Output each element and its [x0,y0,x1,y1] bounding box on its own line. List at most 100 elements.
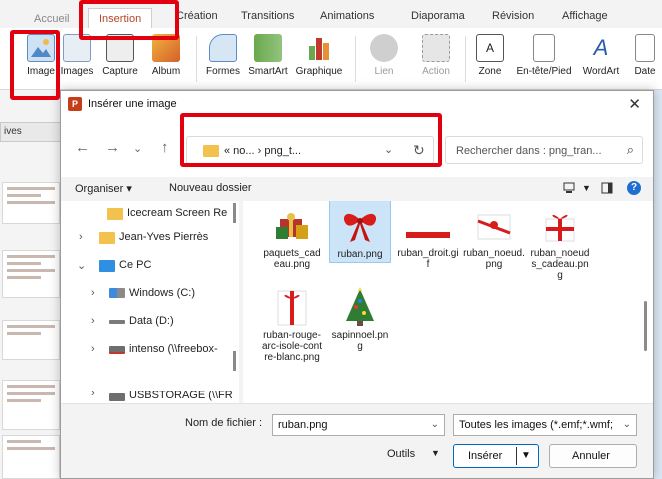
pane-splitter[interactable] [233,203,236,223]
tree-item-label: Jean-Yves Pierrès [119,231,209,243]
file-item[interactable]: ruban_droit.gif [397,205,459,270]
insert-dropdown-icon[interactable]: ▼ [521,450,531,461]
link-button[interactable]: Lien [364,32,404,86]
image-button-label: Image [27,66,55,77]
file-item[interactable]: ruban_noeuds_cadeau.png [529,205,591,281]
help-icon[interactable]: ? [627,181,641,195]
smartart-icon [254,34,282,62]
slide-thumbnail[interactable] [2,320,60,360]
straight-ribbon-icon [406,205,450,245]
ribbon-separator [465,36,466,82]
online-images-button[interactable]: Images [60,32,94,86]
date-time-icon [635,34,655,62]
view-options-icon[interactable] [563,182,575,194]
tools-dropdown-icon[interactable]: ▼ [431,448,440,458]
slide-thumbnail[interactable] [2,250,60,298]
smartart-button[interactable]: SmartArt [246,32,290,86]
chevron-right-icon[interactable]: › [91,391,95,399]
shapes-label: Formes [206,66,240,77]
chevron-right-icon[interactable]: › [91,343,95,355]
chevron-down-icon[interactable]: ⌄ [623,419,631,430]
vertical-scrollbar[interactable] [644,301,647,351]
file-item[interactable]: ruban-rouge-arc-isole-contre-blanc.png [261,287,323,363]
chevron-right-icon[interactable]: › [79,231,83,243]
file-type-select[interactable]: Toutes les images (*.emf;*.wmf; ⌄ [453,414,637,436]
new-folder-button[interactable]: Nouveau dossier [169,182,252,194]
chart-button[interactable]: Graphique [294,32,344,86]
red-ribbon-bow-icon [270,287,314,327]
tab-affichage[interactable]: Affichage [562,10,608,22]
network-drive-icon [109,393,125,401]
red-bow-icon [338,206,382,246]
tree-item-drive-d[interactable]: › Data (D:) [61,313,239,331]
computer-icon [99,260,115,272]
textbox-icon: A [476,34,504,62]
close-icon[interactable]: ✕ [628,95,641,113]
file-item[interactable]: paquets_cadeau.png [261,205,323,270]
tree-item-user[interactable]: › Jean-Yves Pierrès [61,229,239,247]
action-button[interactable]: Action [414,32,458,86]
tab-transitions[interactable]: Transitions [241,10,294,22]
search-placeholder: Rechercher dans : png_tran... [456,145,602,157]
tree-item-usbstorage[interactable]: › USBSTORAGE (\\FR [61,391,239,403]
chevron-right-icon[interactable]: › [91,287,95,299]
slide-thumbnail[interactable] [2,435,60,479]
tab-animations[interactable]: Animations [320,10,374,22]
file-item[interactable]: ruban_noeud.png [463,205,525,270]
tab-accueil[interactable]: Accueil [34,13,69,25]
shapes-button[interactable]: Formes [203,32,243,86]
chevron-right-icon[interactable]: › [91,315,95,327]
insert-button[interactable]: Insérer ▼ [453,444,539,468]
outline-tab[interactable]: ives [0,122,62,142]
back-arrow-icon[interactable]: ← [75,139,90,156]
ribbon-gift-icon [538,205,582,245]
slide-thumbnail[interactable] [2,182,60,224]
folder-icon [99,232,115,244]
file-name: ruban_droit.gif [397,248,459,270]
forward-arrow-icon[interactable]: → [105,139,120,156]
tree-item-this-pc[interactable]: ⌄ Ce PC [61,257,239,275]
chevron-down-icon[interactable]: ⌄ [77,259,86,272]
view-dropdown-icon[interactable]: ▼ [582,183,591,193]
pane-splitter[interactable] [233,351,236,371]
breadcrumb[interactable]: « no... › png_t... [224,145,301,157]
preview-pane-icon[interactable] [601,182,613,194]
file-item-selected[interactable]: ruban.png [329,201,391,263]
tab-diaporama[interactable]: Diaporama [411,10,465,22]
powerpoint-icon: P [68,97,82,111]
date-button[interactable]: Date [628,32,662,86]
gift-packages-icon [270,205,314,245]
tree-item-icecream[interactable]: Icecream Screen Re [61,205,239,223]
cancel-button[interactable]: Annuler [549,444,637,468]
tab-creation[interactable]: Création [176,10,218,22]
tree-item-intenso[interactable]: › intenso (\\freebox- [61,341,239,359]
split-divider [516,447,517,465]
search-box[interactable]: Rechercher dans : png_tran... ⌕ [445,136,643,164]
refresh-icon[interactable]: ↻ [413,142,425,159]
filename-input[interactable]: ruban.png ⌄ [272,414,445,436]
chevron-down-icon[interactable]: ⌄ [431,419,439,430]
search-icon[interactable]: ⌕ [627,142,634,158]
picture-icon [27,34,55,62]
tools-menu[interactable]: Outils [387,448,415,460]
tab-revision[interactable]: Révision [492,10,534,22]
recent-locations-chevron-icon[interactable]: ⌄ [133,142,142,155]
ribbon-insertion-panel: Image Images Capture Album Formes SmartA… [0,28,662,90]
organize-menu[interactable]: Organiser ▾ [75,182,132,195]
image-button[interactable]: Image [18,32,64,86]
link-icon [370,34,398,62]
navigation-pane: Icecream Screen Re › Jean-Yves Pierrès ⌄… [61,201,239,403]
chevron-down-icon[interactable]: ⌄ [384,143,393,156]
file-name: ruban.png [337,249,383,260]
screenshot-button[interactable]: Capture [100,32,140,86]
wordart-button[interactable]: A WordArt [578,32,624,86]
tree-item-drive-c[interactable]: › Windows (C:) [61,285,239,303]
ribbon-separator [355,36,356,82]
header-footer-button[interactable]: En-tête/Pied [514,32,574,86]
file-item[interactable]: sapinnoel.png [329,287,391,352]
album-button[interactable]: Album [146,32,186,86]
address-bar[interactable]: « no... › png_t... ⌄ ↻ [186,136,434,164]
slide-thumbnail[interactable] [2,380,60,430]
up-arrow-icon[interactable]: ↑ [161,139,169,156]
textbox-button[interactable]: A Zone [470,32,510,86]
